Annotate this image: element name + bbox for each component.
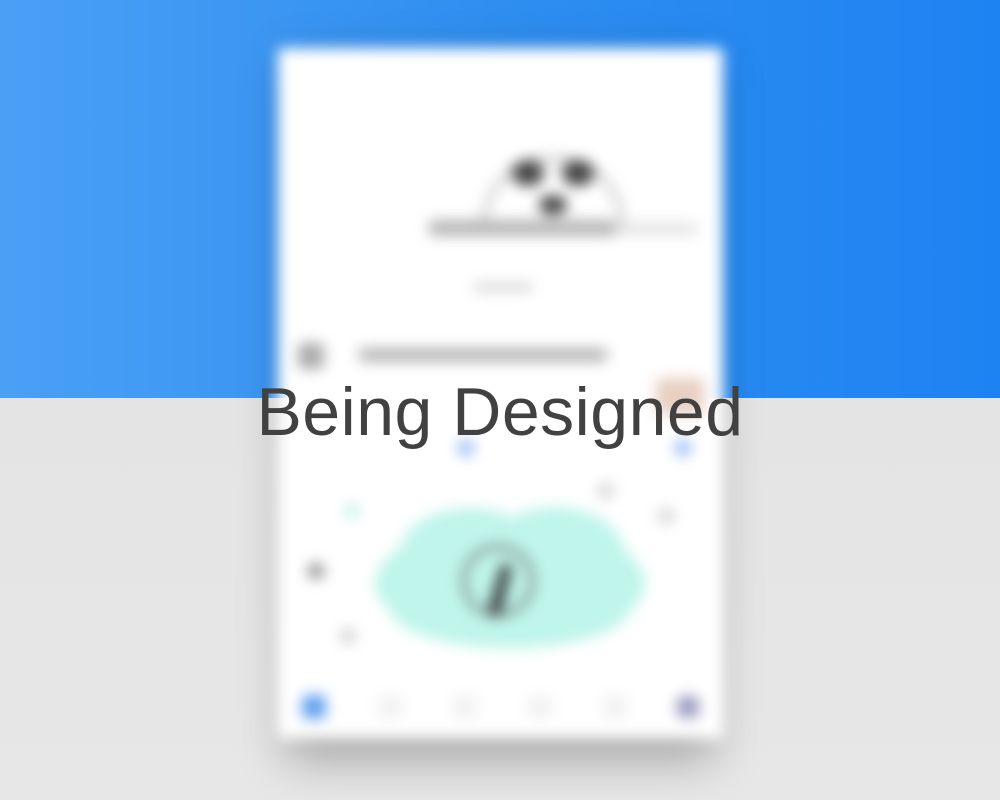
cloud-icon	[375, 507, 645, 648]
profile-meta-placeholder	[618, 223, 698, 235]
nav-tab-icon[interactable]	[378, 695, 402, 719]
nav-tab-icon[interactable]	[603, 695, 627, 719]
decor-dot	[344, 503, 360, 519]
decor-dot	[340, 628, 356, 644]
profile-subtitle-placeholder	[473, 283, 533, 291]
nav-tab-icon[interactable]	[528, 695, 552, 719]
pen-icon[interactable]	[302, 695, 326, 719]
decor-dot	[308, 563, 324, 579]
row-icon	[298, 343, 324, 369]
nav-tab-icon[interactable]	[453, 695, 477, 719]
being-designed-label: Being Designed	[256, 374, 744, 450]
profile-icon[interactable]	[676, 695, 700, 719]
bottom-navigation	[278, 683, 723, 733]
decor-dot	[658, 508, 674, 524]
profile-name-placeholder	[428, 220, 618, 236]
row-title-placeholder	[358, 348, 608, 362]
